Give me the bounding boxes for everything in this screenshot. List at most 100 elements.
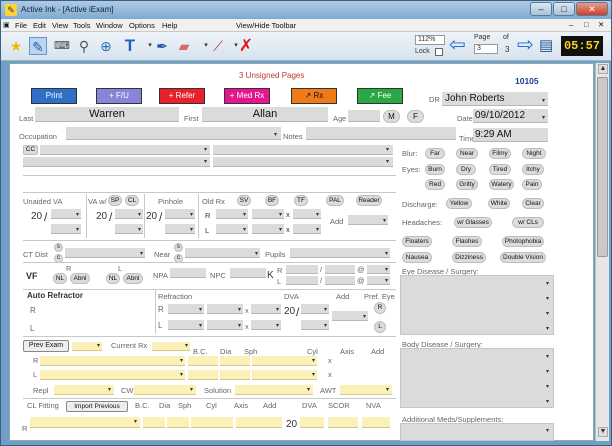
current-rx-l-sph[interactable] <box>252 370 317 380</box>
menu-file[interactable]: File <box>15 21 27 30</box>
k-l-1[interactable] <box>286 276 318 285</box>
va-sp-toggle[interactable]: SP <box>108 195 122 206</box>
keyboard-icon[interactable]: ⌨ <box>53 37 71 55</box>
eyes-dry[interactable]: Dry <box>456 164 476 175</box>
lock-checkbox[interactable] <box>435 48 443 56</box>
current-rx-l-dropdown-icon[interactable]: ▾ <box>178 372 185 379</box>
pref-eye-r[interactable]: R <box>374 302 386 314</box>
dva-l-dropdown-icon[interactable]: ▾ <box>322 323 329 330</box>
menu-edit[interactable]: Edit <box>33 21 46 30</box>
repl-dropdown-icon[interactable]: ▾ <box>106 387 113 394</box>
body-disease-dropdown-1-icon[interactable]: ▾ <box>544 354 551 361</box>
refer-button[interactable]: + Refer <box>159 88 205 104</box>
additional-meds-list[interactable] <box>400 423 554 441</box>
notes-field[interactable] <box>306 127 456 140</box>
symptom-dizziness[interactable]: Dizziness <box>452 252 486 263</box>
text-tool-icon[interactable]: T <box>121 37 139 55</box>
menu-help[interactable]: Help <box>162 21 177 30</box>
minimize-button[interactable]: – <box>530 2 552 16</box>
follow-up-button[interactable]: + F/U <box>96 88 142 104</box>
eyes-tired[interactable]: Tired <box>489 164 511 175</box>
additional-meds-dropdown-icon[interactable]: ▾ <box>544 428 551 435</box>
awt-dropdown-icon[interactable]: ▾ <box>384 387 391 394</box>
npc-field[interactable] <box>230 268 266 278</box>
maximize-button[interactable]: □ <box>553 2 575 16</box>
last-name-field[interactable]: Warren <box>35 107 179 122</box>
pinhole-r-dropdown-icon[interactable]: ▾ <box>188 212 195 219</box>
pinhole-l-dropdown-icon[interactable]: ▾ <box>188 227 195 234</box>
eye-disease-dropdown-3-icon[interactable]: ▾ <box>544 311 551 318</box>
ct-dist-field[interactable] <box>65 248 145 258</box>
old-rx-reader[interactable]: Reader <box>356 195 382 206</box>
star-icon[interactable]: ★ <box>7 37 25 55</box>
doctor-select[interactable]: John Roberts <box>442 92 548 106</box>
ct-dist-s[interactable]: s <box>54 243 63 252</box>
ct-near-dropdown-icon[interactable]: ▾ <box>253 251 260 258</box>
blur-filmy[interactable]: Filmy <box>489 148 511 159</box>
old-rx-r-sph-dropdown-icon[interactable]: ▾ <box>241 212 248 219</box>
eyes-gritty[interactable]: Gritty <box>456 179 478 190</box>
old-rx-tf[interactable]: TF <box>294 195 308 206</box>
brush-icon[interactable]: ⟋ <box>209 37 227 55</box>
old-rx-add-dropdown-icon[interactable]: ▾ <box>381 218 388 225</box>
zoom-region-icon[interactable]: ⊕ <box>97 37 115 55</box>
va-cl-toggle[interactable]: CL <box>125 195 139 206</box>
save-document-icon[interactable]: ▤ <box>539 36 557 56</box>
menu-options[interactable]: Options <box>129 21 155 30</box>
current-rx-l-sph-dropdown-icon[interactable]: ▾ <box>310 372 317 379</box>
refraction-l-cyl-dropdown-icon[interactable]: ▾ <box>236 323 243 330</box>
discharge-white[interactable]: White <box>488 198 510 209</box>
symptom-floaters[interactable]: Floaters <box>402 236 432 247</box>
menu-window[interactable]: Window <box>96 21 123 30</box>
current-rx-r-brand[interactable] <box>40 356 185 366</box>
unsigned-pages[interactable]: 3 Unsigned Pages <box>239 71 304 80</box>
va-with-l-dropdown-icon[interactable]: ▾ <box>136 227 143 234</box>
pref-eye-l[interactable]: L <box>374 321 386 333</box>
cc-field-3[interactable] <box>23 157 210 167</box>
ct-dist-dropdown-icon[interactable]: ▾ <box>138 251 145 258</box>
cl-r-dropdown-icon[interactable]: ▾ <box>132 419 139 426</box>
inner-close-button[interactable]: ✕ <box>598 20 604 29</box>
vf-r-nl[interactable]: NL <box>53 273 67 284</box>
blur-near[interactable]: Near <box>456 148 478 159</box>
lasso-pen-icon[interactable]: ✎ <box>29 37 47 55</box>
cw-dropdown-icon[interactable]: ▾ <box>188 387 195 394</box>
old-rx-l-sph-dropdown-icon[interactable]: ▾ <box>241 227 248 234</box>
age-field[interactable] <box>348 110 380 122</box>
prev-exam-button[interactable]: Prev Exam <box>23 340 69 352</box>
cc-dropdown-4-icon[interactable]: ▾ <box>384 159 391 166</box>
va-with-r-dropdown-icon[interactable]: ▾ <box>136 212 143 219</box>
fee-button[interactable]: ↗ Fee <box>357 88 403 104</box>
symptom-flashes[interactable]: Flashes <box>452 236 482 247</box>
print-button[interactable]: Print <box>31 88 77 104</box>
solution-dropdown-icon[interactable]: ▾ <box>305 387 312 394</box>
prev-exam-dropdown-icon[interactable]: ▾ <box>95 343 102 350</box>
doctor-dropdown-icon[interactable]: ▾ <box>540 98 547 105</box>
vf-r-abnl[interactable]: Abnl <box>70 273 90 284</box>
cc-button[interactable]: CC <box>23 145 38 155</box>
cl-r-bc[interactable] <box>143 417 165 428</box>
cw-select[interactable] <box>134 385 196 395</box>
current-rx-r-sph[interactable] <box>252 356 317 366</box>
eye-disease-dropdown-4-icon[interactable]: ▾ <box>544 326 551 333</box>
cc-dropdown-1-icon[interactable]: ▾ <box>202 147 209 154</box>
k-r-1[interactable] <box>286 265 318 274</box>
menu-view-hide-toolbar[interactable]: View/Hide Toolbar <box>236 21 296 30</box>
old-rx-l-cyl-dropdown-icon[interactable]: ▾ <box>277 227 284 234</box>
current-rx-l-dia[interactable] <box>220 370 250 380</box>
k-l-axis-dropdown-icon[interactable]: ▾ <box>383 278 390 285</box>
symptom-nausea[interactable]: Nausea <box>402 252 432 263</box>
page-forward-icon[interactable]: ⇨ <box>517 35 537 56</box>
delete-icon[interactable]: ✗ <box>237 37 255 55</box>
scroll-up-icon[interactable]: ▲ <box>598 64 608 74</box>
inner-minimize-button[interactable]: – <box>569 20 573 29</box>
inner-restore-button[interactable]: □ <box>584 20 589 29</box>
headache-cls[interactable]: w/ CLs <box>512 217 544 228</box>
refraction-r-axis-dropdown-icon[interactable]: ▾ <box>274 307 281 314</box>
eye-disease-dropdown-2-icon[interactable]: ▾ <box>544 296 551 303</box>
old-rx-r-cyl-dropdown-icon[interactable]: ▾ <box>277 212 284 219</box>
symptom-photophobia[interactable]: Photophobia <box>502 236 544 247</box>
current-rx-l-brand[interactable] <box>40 370 185 380</box>
current-rx-l-bc[interactable] <box>188 370 218 380</box>
body-disease-dropdown-2-icon[interactable]: ▾ <box>544 369 551 376</box>
